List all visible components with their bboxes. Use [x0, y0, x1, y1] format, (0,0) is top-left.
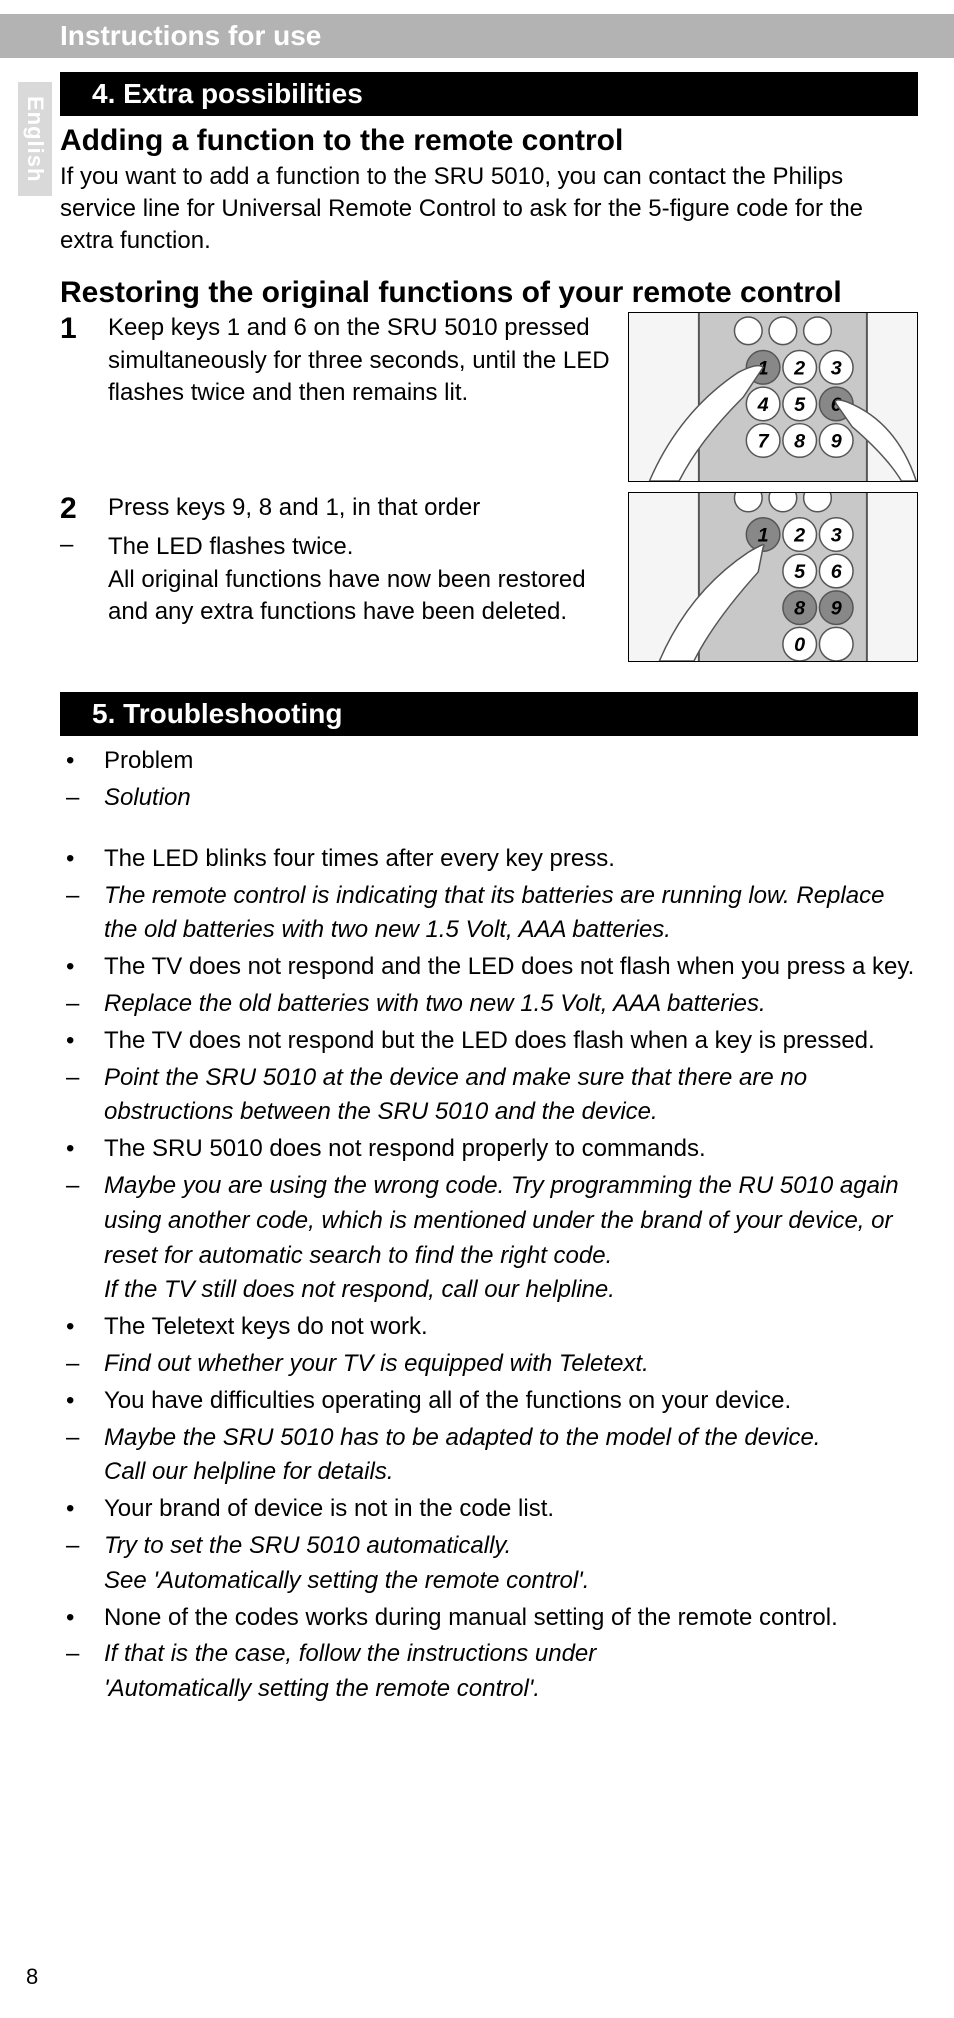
dash-mark: –: [60, 531, 82, 628]
troubleshooting-solution: –Find out whether your TV is equipped wi…: [60, 1347, 918, 1382]
solution-text: Try to set the SRU 5010 automatically.Se…: [104, 1529, 918, 1599]
dash-mark: –: [60, 879, 104, 949]
problem-text: The TV does not respond but the LED does…: [104, 1024, 918, 1059]
bullet-mark: •: [60, 842, 104, 877]
problem-text: The SRU 5010 does not respond properly t…: [104, 1132, 918, 1167]
dash-mark: –: [60, 1637, 104, 1707]
page-number: 8: [26, 1964, 38, 1990]
step-2: 2 Press keys 9, 8 and 1, in that order: [60, 492, 610, 525]
svg-text:2: 2: [793, 525, 805, 547]
solution-text: If that is the case, follow the instruct…: [104, 1637, 918, 1707]
problem-text: The TV does not respond and the LED does…: [104, 950, 918, 985]
step-2-result-text: The LED flashes twice. All original func…: [108, 531, 610, 628]
illustration-keys-981: 1 2 3 5 6 8 9 0: [628, 492, 918, 662]
svg-text:0: 0: [794, 634, 805, 656]
step-2-result-b: All original functions have now been res…: [108, 566, 586, 625]
dash-mark: –: [60, 1061, 104, 1131]
bullet-mark: •: [60, 1132, 104, 1167]
solution-text: Maybe you are using the wrong code. Try …: [104, 1169, 918, 1308]
step-2-text: Press keys 9, 8 and 1, in that order: [108, 492, 480, 525]
bullet-mark: •: [60, 744, 104, 779]
troubleshooting-problem: •You have difficulties operating all of …: [60, 1384, 918, 1419]
svg-text:2: 2: [793, 357, 805, 379]
legend-problem: • Problem: [60, 744, 918, 779]
step-1-part-a: Keep keys 1 and 6 on the SRU 5010 presse…: [108, 314, 590, 341]
heading-adding-function: Adding a function to the remote control: [60, 124, 918, 159]
svg-text:4: 4: [757, 394, 769, 416]
troubleshooting-problem: •The Teletext keys do not work.: [60, 1310, 918, 1345]
section-4-bar: 4. Extra possibilities: [60, 72, 918, 116]
step-number: 1: [60, 312, 82, 409]
troubleshooting-list: • Problem – Solution •The LED blinks fou…: [60, 744, 918, 1707]
legend-solution-text: Solution: [104, 781, 918, 816]
troubleshooting-solution: –If that is the case, follow the instruc…: [60, 1637, 918, 1707]
troubleshooting-solution: –The remote control is indicating that i…: [60, 879, 918, 949]
troubleshooting-problem: •The TV does not respond and the LED doe…: [60, 950, 918, 985]
bullet-mark: •: [60, 1384, 104, 1419]
section-5-bar: 5. Troubleshooting: [60, 692, 918, 736]
step-1-text: Keep keys 1 and 6 on the SRU 5010 presse…: [108, 312, 610, 409]
troubleshooting-problem: •Your brand of device is not in the code…: [60, 1492, 918, 1527]
svg-text:3: 3: [831, 357, 842, 379]
dash-mark: –: [60, 1421, 104, 1491]
troubleshooting-solution: –Point the SRU 5010 at the device and ma…: [60, 1061, 918, 1131]
solution-text: Replace the old batteries with two new 1…: [104, 987, 918, 1022]
bullet-mark: •: [60, 1024, 104, 1059]
troubleshooting-problem: •None of the codes works during manual s…: [60, 1601, 918, 1636]
bullet-mark: •: [60, 1310, 104, 1345]
page-content: 4. Extra possibilities Adding a function…: [0, 58, 954, 1707]
svg-text:1: 1: [758, 525, 769, 547]
troubleshooting-solution: –Replace the old batteries with two new …: [60, 987, 918, 1022]
svg-text:9: 9: [831, 598, 842, 620]
dash-mark: –: [60, 1169, 104, 1308]
dash-mark: –: [60, 987, 104, 1022]
troubleshooting-problem: •The TV does not respond but the LED doe…: [60, 1024, 918, 1059]
step-1-strong: simultaneously for three seconds: [108, 347, 459, 374]
dash-mark: –: [60, 781, 104, 816]
heading-restoring: Restoring the original functions of your…: [60, 276, 918, 311]
svg-text:8: 8: [794, 598, 805, 620]
problem-text: The LED blinks four times after every ke…: [104, 842, 918, 877]
svg-text:5: 5: [794, 561, 806, 583]
paragraph-adding-function: If you want to add a function to the SRU…: [60, 161, 918, 258]
solution-text: Find out whether your TV is equipped wit…: [104, 1347, 918, 1382]
solution-text: The remote control is indicating that it…: [104, 879, 918, 949]
step-2-result: – The LED flashes twice. All original fu…: [60, 531, 610, 628]
page-header: Instructions for use: [0, 14, 954, 58]
svg-text:5: 5: [794, 394, 806, 416]
problem-text: You have difficulties operating all of t…: [104, 1384, 918, 1419]
legend-problem-text: Problem: [104, 744, 918, 779]
bullet-mark: •: [60, 1601, 104, 1636]
troubleshooting-solution: –Maybe the SRU 5010 has to be adapted to…: [60, 1421, 918, 1491]
troubleshooting-solution: –Maybe you are using the wrong code. Try…: [60, 1169, 918, 1308]
svg-text:7: 7: [758, 431, 770, 453]
svg-text:6: 6: [831, 561, 843, 583]
solution-text: Point the SRU 5010 at the device and mak…: [104, 1061, 918, 1131]
troubleshooting-solution: –Try to set the SRU 5010 automatically.S…: [60, 1529, 918, 1599]
dash-mark: –: [60, 1529, 104, 1599]
language-tab: English: [18, 82, 52, 196]
problem-text: The Teletext keys do not work.: [104, 1310, 918, 1345]
problem-text: Your brand of device is not in the code …: [104, 1492, 918, 1527]
troubleshooting-problem: •The LED blinks four times after every k…: [60, 842, 918, 877]
illustration-keys-1-6: 1 2 3 4 5 6 7 8 9: [628, 312, 918, 482]
bullet-mark: •: [60, 1492, 104, 1527]
step-number: 2: [60, 492, 82, 525]
troubleshooting-problem: •The SRU 5010 does not respond properly …: [60, 1132, 918, 1167]
legend-solution: – Solution: [60, 781, 918, 816]
bullet-mark: •: [60, 950, 104, 985]
svg-text:3: 3: [831, 525, 842, 547]
dash-mark: –: [60, 1347, 104, 1382]
svg-text:9: 9: [831, 431, 842, 453]
step-2-result-a: The LED flashes twice.: [108, 533, 353, 560]
problem-text: None of the codes works during manual se…: [104, 1601, 918, 1636]
solution-text: Maybe the SRU 5010 has to be adapted to …: [104, 1421, 918, 1491]
step-1: 1 Keep keys 1 and 6 on the SRU 5010 pres…: [60, 312, 610, 409]
svg-text:8: 8: [794, 431, 805, 453]
